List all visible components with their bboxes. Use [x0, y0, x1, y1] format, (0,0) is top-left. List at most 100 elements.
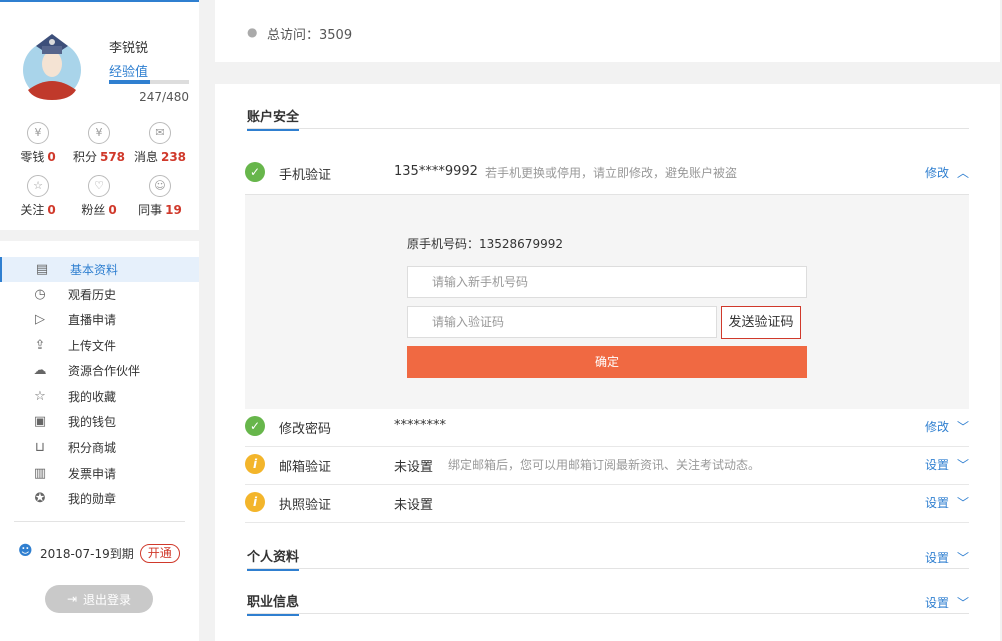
row-divider [245, 522, 969, 523]
sidebar-item-live[interactable]: ▷ 直播申请 [0, 307, 199, 332]
row-desc: 若手机更换或停用，请立即修改，避免账户被盗 [485, 166, 738, 180]
stat-label: 积分 [72, 150, 97, 164]
user-name: 李锐锐 [109, 41, 149, 56]
exp-link[interactable]: 经验值 [109, 61, 148, 80]
vip-open-button[interactable]: 开通 [139, 543, 180, 563]
upload-icon: ⇪ [34, 337, 46, 353]
info-icon: i [245, 454, 265, 474]
action-label: 修改 [924, 166, 949, 180]
check-icon: ✓ [245, 416, 265, 436]
action-label: 修改 [924, 420, 949, 434]
career-setup-row: 设置 ﹀ [245, 584, 969, 614]
vip-status: ☻ 2018-07-19到期 开通 [18, 543, 180, 563]
personal-setup-link[interactable]: 设置 ﹀ [925, 549, 969, 566]
stat-following[interactable]: ☆ 关注 0 [5, 175, 71, 218]
fans-icon: ♡ [88, 175, 110, 197]
sidebar-item-wallet[interactable]: ▣ 我的钱包 [0, 409, 199, 434]
exp-progress-bar [109, 80, 189, 84]
stat-change[interactable]: ¥ 零钱 0 [5, 122, 71, 165]
row-value: 未设置 [394, 498, 434, 513]
points-icon: ¥ [88, 122, 110, 144]
history-icon: ◷ [34, 286, 46, 302]
stat-value: 238 [160, 150, 187, 164]
stat-points[interactable]: ¥ 积分 578 [66, 122, 132, 165]
mail-icon: ✉ [149, 122, 171, 144]
row-value: 135****9992 [394, 164, 478, 179]
live-icon: ▷ [35, 311, 45, 327]
license-setup-link[interactable]: 设置 ﹀ [925, 494, 969, 511]
chevron-down-icon: ﹀ [956, 458, 969, 472]
wallet-icon: ▣ [33, 413, 47, 429]
colleagues-icon: ☺ [149, 175, 171, 197]
sidebar-menu: ▤ 基本资料 ◷ 观看历史 ▷ 直播申请 ⇪ 上传文件 ☁ 资源合作伙伴 ☆ 我… [0, 241, 199, 641]
row-desc: 绑定邮箱后，您可以用邮箱订阅最新资讯、关注考试动态。 [448, 458, 761, 472]
phone-modify-link[interactable]: 修改 ︿ [925, 164, 969, 181]
email-setup-link[interactable]: 设置 ﹀ [925, 456, 969, 473]
send-code-button[interactable]: 发送验证码 [721, 306, 801, 339]
chevron-down-icon: ﹀ [956, 551, 969, 565]
stat-label: 关注 [20, 203, 45, 217]
stat-label: 零钱 [20, 150, 45, 164]
security-row-password: ✓ 修改密码 ******** 修改 ﹀ [245, 408, 969, 446]
action-label: 设置 [924, 596, 949, 610]
sidebar-item-basic-info[interactable]: ▤ 基本资料 [0, 257, 199, 282]
security-row-phone: ✓ 手机验证 135****9992 若手机更换或停用，请立即修改，避免账户被盗… [245, 154, 969, 192]
sidebar-item-label: 上传文件 [68, 339, 117, 353]
stat-fans[interactable]: ♡ 粉丝 0 [66, 175, 132, 218]
medal-icon: ✪ [34, 490, 46, 506]
career-setup-link[interactable]: 设置 ﹀ [925, 594, 969, 611]
menu-divider [14, 521, 185, 522]
user-icon: ● [247, 25, 258, 39]
avatar[interactable] [22, 28, 82, 100]
security-row-email: i 邮箱验证 未设置 绑定邮箱后，您可以用邮箱订阅最新资讯、关注考试动态。 设置… [245, 446, 969, 484]
invoice-icon: ▥ [33, 465, 47, 481]
sidebar-item-label: 我的钱包 [68, 415, 117, 429]
exp-progress-fill [109, 80, 150, 84]
sidebar-item-upload[interactable]: ⇪ 上传文件 [0, 333, 199, 358]
shop-icon: ⊔ [34, 439, 46, 455]
stat-colleagues[interactable]: ☺ 同事 19 [127, 175, 193, 218]
section-divider [247, 128, 969, 129]
sidebar-item-favorites[interactable]: ☆ 我的收藏 [0, 384, 199, 409]
sidebar-item-label: 直播申请 [68, 313, 117, 327]
main-panel: 账户安全 ✓ 手机验证 135****9992 若手机更换或停用，请立即修改，避… [215, 84, 1000, 641]
info-icon: i [245, 492, 265, 512]
star-icon: ☆ [27, 175, 49, 197]
stat-value: 0 [47, 203, 56, 217]
password-modify-link[interactable]: 修改 ﹀ [925, 418, 969, 435]
vip-expire-text: 2018-07-19到期 [40, 546, 134, 561]
action-label: 设置 [924, 551, 949, 565]
sidebar-item-label: 我的收藏 [68, 390, 117, 404]
total-visits: 总访问：3509 [267, 28, 353, 43]
chevron-up-icon: ︿ [956, 166, 969, 180]
action-label: 设置 [924, 496, 949, 510]
sidebar-item-history[interactable]: ◷ 观看历史 [0, 282, 199, 307]
sidebar-item-medal[interactable]: ✪ 我的勋章 [0, 486, 199, 511]
security-row-license: i 执照验证 未设置 设置 ﹀ [245, 484, 969, 522]
row-value: ******** [394, 418, 446, 433]
confirm-button[interactable]: 确定 [407, 346, 807, 378]
wallet-icon: ¥ [27, 122, 49, 144]
logout-button[interactable]: ⇥ 退出登录 [45, 585, 153, 613]
sidebar-item-invoice[interactable]: ▥ 发票申请 [0, 461, 199, 486]
sidebar-item-partner[interactable]: ☁ 资源合作伙伴 [0, 358, 199, 383]
original-phone: 原手机号码：13528679992 [407, 237, 563, 251]
verification-code-input[interactable]: 请输入验证码 [407, 306, 717, 338]
check-icon: ✓ [245, 162, 265, 182]
sidebar-item-shop[interactable]: ⊔ 积分商城 [0, 435, 199, 460]
visits-card: ● 总访问：3509 [215, 0, 1000, 62]
sidebar-item-label: 资源合作伙伴 [68, 364, 141, 378]
stat-messages[interactable]: ✉ 消息 238 [127, 122, 193, 165]
stat-label: 粉丝 [81, 203, 106, 217]
favorites-icon: ☆ [34, 388, 46, 404]
personal-setup-row: 设置 ﹀ [245, 539, 969, 569]
row-name: 手机验证 [279, 168, 332, 183]
row-name: 修改密码 [279, 422, 332, 437]
action-label: 设置 [924, 458, 949, 472]
logout-icon: ⇥ [66, 592, 78, 606]
new-phone-input[interactable]: 请输入新手机号码 [407, 266, 807, 298]
sidebar-item-label: 我的勋章 [68, 492, 117, 506]
vip-user-icon: ☻ [18, 543, 33, 559]
stat-value: 578 [99, 150, 126, 164]
partner-icon: ☁ [33, 362, 47, 378]
